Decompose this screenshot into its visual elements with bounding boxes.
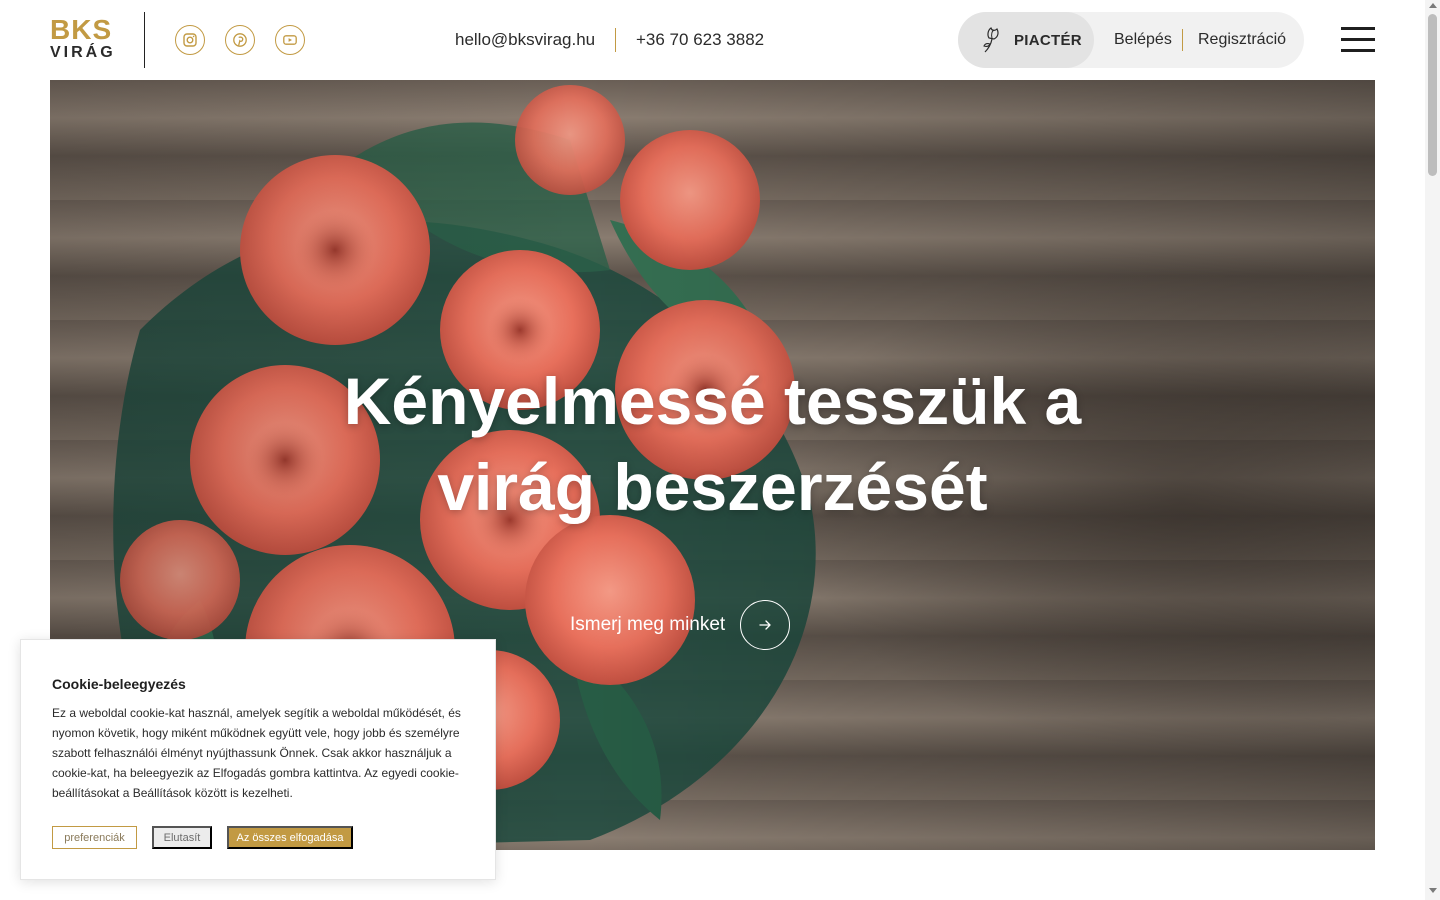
- login-link[interactable]: Belépés: [1114, 31, 1172, 49]
- menu-bar: [1341, 38, 1375, 41]
- instagram-icon: [183, 33, 197, 47]
- scroll-up-arrow-icon[interactable]: [1429, 3, 1437, 8]
- pinterest-icon: [233, 33, 247, 47]
- header-divider: [144, 12, 145, 68]
- marketplace-label: PIACTÉR: [1014, 31, 1082, 49]
- hero-title-line-1: Kényelmessé tesszük a: [343, 364, 1082, 438]
- cookie-accept-all-button[interactable]: Az összes elfogadása: [227, 826, 353, 849]
- cookie-consent-dialog: Cookie-beleegyezés Ez a weboldal cookie-…: [20, 639, 496, 880]
- menu-bar: [1341, 49, 1375, 52]
- brand-logo[interactable]: BKS VIRÁG: [50, 16, 120, 66]
- marketplace-button[interactable]: PIACTÉR: [958, 12, 1094, 68]
- logo-subtitle: VIRÁG: [50, 44, 116, 61]
- contact-divider: [615, 28, 616, 52]
- auth-nav: PIACTÉR Belépés Regisztráció: [958, 12, 1304, 68]
- cookie-title: Cookie-beleegyezés: [52, 676, 186, 692]
- auth-divider: [1182, 29, 1183, 51]
- youtube-link[interactable]: [275, 25, 305, 55]
- cookie-description: Ez a weboldal cookie-kat használ, amelye…: [52, 706, 461, 800]
- cookie-actions: preferenciák Elutasít Az összes elfogadá…: [52, 826, 353, 849]
- site-header: BKS VIRÁG hello@bksvirag.hu +36 70 623 3…: [0, 0, 1425, 80]
- logo-wordmark: BKS: [50, 14, 113, 45]
- contact-phone-link[interactable]: +36 70 623 3882: [636, 30, 764, 50]
- page-scrollbar[interactable]: [1425, 0, 1440, 900]
- cookie-preferences-button[interactable]: preferenciák: [52, 826, 137, 849]
- pinterest-link[interactable]: [225, 25, 255, 55]
- menu-bar: [1341, 27, 1375, 30]
- about-us-cta-label: Ismerj meg minket: [570, 614, 726, 635]
- flower-icon: [983, 27, 999, 53]
- hero-title: Kényelmessé tesszük a virág beszerzését: [50, 358, 1375, 530]
- scrollbar-thumb[interactable]: [1428, 14, 1437, 176]
- hamburger-menu-icon[interactable]: [1341, 27, 1375, 53]
- arrow-right-icon: [759, 620, 771, 630]
- scroll-down-arrow-icon[interactable]: [1429, 888, 1437, 893]
- register-link[interactable]: Regisztráció: [1198, 31, 1286, 49]
- hero-title-line-2: virág beszerzését: [437, 450, 988, 524]
- youtube-icon: [283, 35, 297, 45]
- cookie-reject-button[interactable]: Elutasít: [152, 826, 212, 849]
- instagram-link[interactable]: [175, 25, 205, 55]
- cta-circle[interactable]: [740, 600, 791, 650]
- contact-email-link[interactable]: hello@bksvirag.hu: [455, 30, 595, 50]
- about-us-cta[interactable]: Ismerj meg minket: [570, 600, 791, 650]
